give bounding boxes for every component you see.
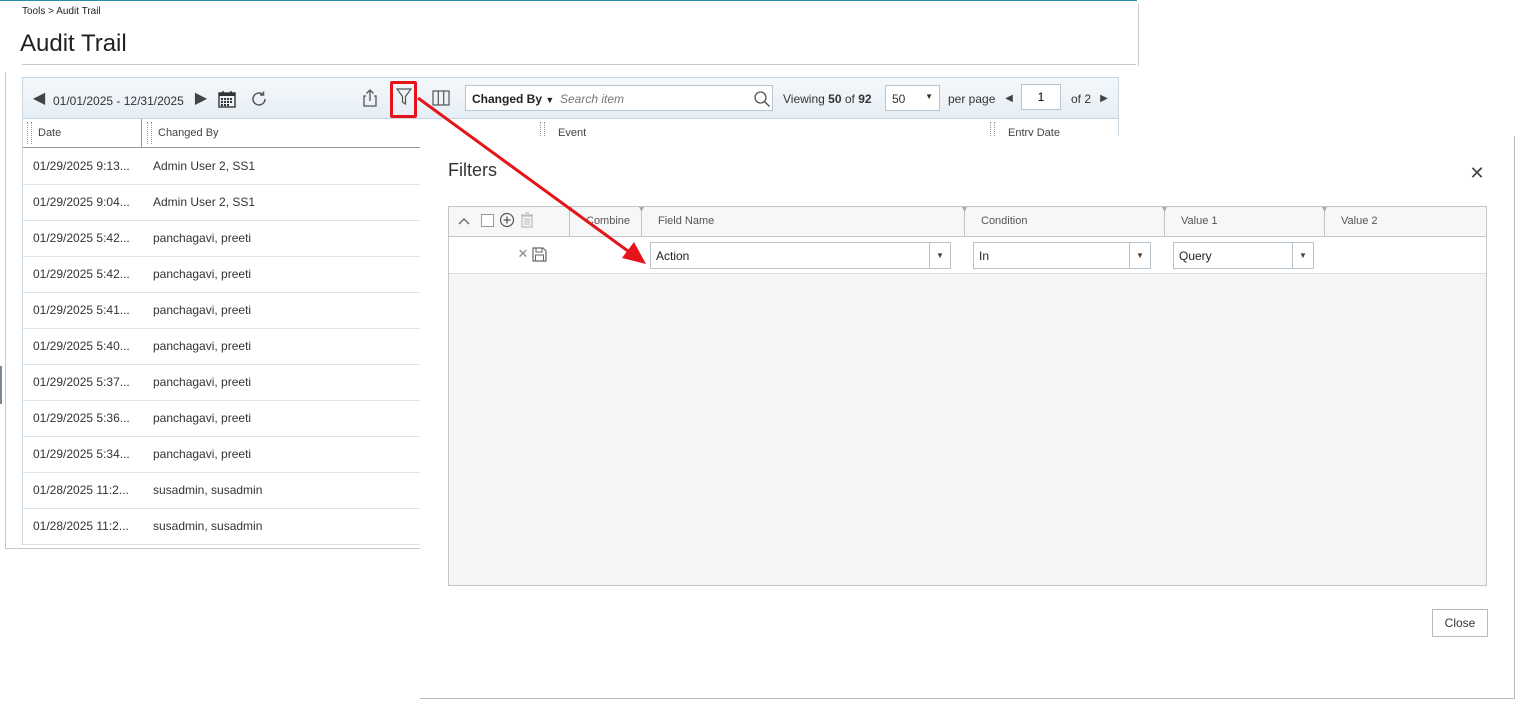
add-circle-icon[interactable] [499, 212, 515, 228]
cell-changed-by: Admin User 2, SS1 [153, 159, 256, 173]
caret-down-icon[interactable]: ▼ [1292, 243, 1313, 268]
filter-row: ✕ Action ▼ In ▼ Query ▼ [449, 237, 1486, 274]
breadcrumb[interactable]: Tools > Audit Trail [22, 6, 101, 17]
condition-value: In [979, 249, 990, 263]
value1-dropdown[interactable]: Query ▼ [1173, 242, 1314, 269]
column-grip[interactable] [147, 122, 152, 144]
filter-grid: Combine Field Name Condition Value 1 Val… [448, 206, 1487, 586]
caret-down-icon: ▼ [545, 95, 555, 105]
export-icon[interactable] [360, 88, 380, 108]
chevron-up-icon[interactable] [457, 214, 471, 228]
field-name-value: Action [656, 249, 690, 263]
cell-date: 01/29/2025 9:13... [33, 159, 130, 173]
cell-changed-by: panchagavi, preeti [153, 339, 252, 353]
columns-icon[interactable] [431, 88, 451, 108]
trash-icon[interactable] [519, 212, 535, 228]
remove-row-icon[interactable]: ✕ [517, 246, 529, 261]
left-edge-marker [0, 366, 2, 404]
page-size-dropdown[interactable]: 50 ▼ [885, 85, 940, 111]
caret-down-icon: ▼ [925, 92, 933, 101]
filter-header-label: Condition [981, 215, 1028, 227]
prev-date-range-icon[interactable]: ◀ [31, 88, 47, 108]
caret-down-icon[interactable]: ▼ [1129, 243, 1150, 268]
refresh-icon[interactable] [249, 89, 269, 109]
page-number-input[interactable] [1021, 84, 1061, 110]
filter-header-value1[interactable]: Value 1 [1162, 207, 1324, 236]
filter-header-label: Value 2 [1341, 215, 1378, 227]
calendar-icon[interactable] [217, 90, 237, 108]
search-input[interactable] [558, 89, 750, 109]
cell-changed-by: susadmin, susadmin [153, 483, 263, 497]
close-button[interactable]: Close [1432, 609, 1488, 637]
page-size-value: 50 [892, 92, 906, 106]
search-box: Changed By ▼ [465, 85, 773, 111]
field-name-dropdown[interactable]: Action ▼ [650, 242, 951, 269]
cell-changed-by: panchagavi, preeti [153, 231, 252, 245]
cell-date: 01/28/2025 11:2... [33, 483, 129, 497]
filter-header-label: Value 1 [1181, 215, 1218, 227]
condition-dropdown[interactable]: In ▼ [973, 242, 1151, 269]
filter-header-condition[interactable]: Condition [962, 207, 1164, 236]
column-divider [141, 119, 142, 147]
date-range[interactable]: 01/01/2025 - 12/31/2025 [53, 94, 184, 108]
filter-header-label: Field Name [658, 215, 715, 227]
dialog-title: Filters [448, 160, 497, 180]
column-grip[interactable] [27, 122, 32, 144]
main-panel-border [1138, 4, 1139, 66]
filter-header-combine[interactable]: Combine [567, 207, 641, 236]
column-header-changed-by[interactable]: Changed By [158, 119, 219, 147]
cell-date: 01/29/2025 5:41... [33, 303, 130, 317]
next-date-range-icon[interactable]: ▶ [193, 88, 209, 108]
cell-changed-by: panchagavi, preeti [153, 375, 252, 389]
column-notch [567, 207, 572, 212]
page-title: Audit Trail [20, 30, 127, 57]
cell-date: 01/28/2025 11:2... [33, 519, 129, 533]
cell-changed-by: Admin User 2, SS1 [153, 195, 256, 209]
cell-date: 01/29/2025 5:42... [33, 267, 130, 281]
per-page-label: per page [948, 92, 996, 106]
top-accent-line [0, 0, 1137, 1]
cell-date: 01/29/2025 5:40... [33, 339, 130, 353]
select-all-checkbox[interactable] [481, 214, 494, 227]
filter-icon[interactable] [395, 87, 413, 107]
cell-date: 01/29/2025 9:04... [33, 195, 130, 209]
filter-header-label: Combine [586, 215, 631, 227]
cell-date: 01/29/2025 5:34... [33, 447, 130, 461]
next-page-icon[interactable]: ▶ [1098, 90, 1110, 106]
search-icon[interactable] [752, 89, 772, 109]
filters-dialog: Filters ✕ Combine Field Name Condition V… [420, 136, 1515, 699]
filter-grid-header: Combine Field Name Condition Value 1 Val… [449, 207, 1486, 237]
cell-changed-by: panchagavi, preeti [153, 303, 252, 317]
search-field-label: Changed By [472, 92, 543, 106]
viewing-count: Viewing 50 of 92 [783, 92, 872, 106]
cell-changed-by: panchagavi, preeti [153, 447, 252, 461]
cell-changed-by: panchagavi, preeti [153, 267, 252, 281]
close-icon[interactable]: ✕ [1468, 163, 1486, 183]
cell-date: 01/29/2025 5:37... [33, 375, 130, 389]
cell-date: 01/29/2025 5:36... [33, 411, 130, 425]
caret-down-icon[interactable]: ▼ [929, 243, 950, 268]
value1-value: Query [1179, 249, 1212, 263]
page-total: of 2 [1071, 92, 1092, 106]
cell-date: 01/29/2025 5:42... [33, 231, 130, 245]
save-icon[interactable] [531, 246, 547, 262]
filter-header-field-name[interactable]: Field Name [639, 207, 964, 236]
cell-changed-by: susadmin, susadmin [153, 519, 263, 533]
filter-header-value2[interactable]: Value 2 [1322, 207, 1486, 236]
cell-changed-by: panchagavi, preeti [153, 411, 252, 425]
column-header-date[interactable]: Date [38, 119, 61, 147]
title-divider [22, 64, 1136, 65]
search-field-dropdown[interactable]: Changed By ▼ [472, 92, 554, 106]
prev-page-icon[interactable]: ◀ [1003, 90, 1015, 106]
grid-toolbar: ◀ 01/01/2025 - 12/31/2025 ▶ Changed By ▼… [23, 78, 1118, 119]
